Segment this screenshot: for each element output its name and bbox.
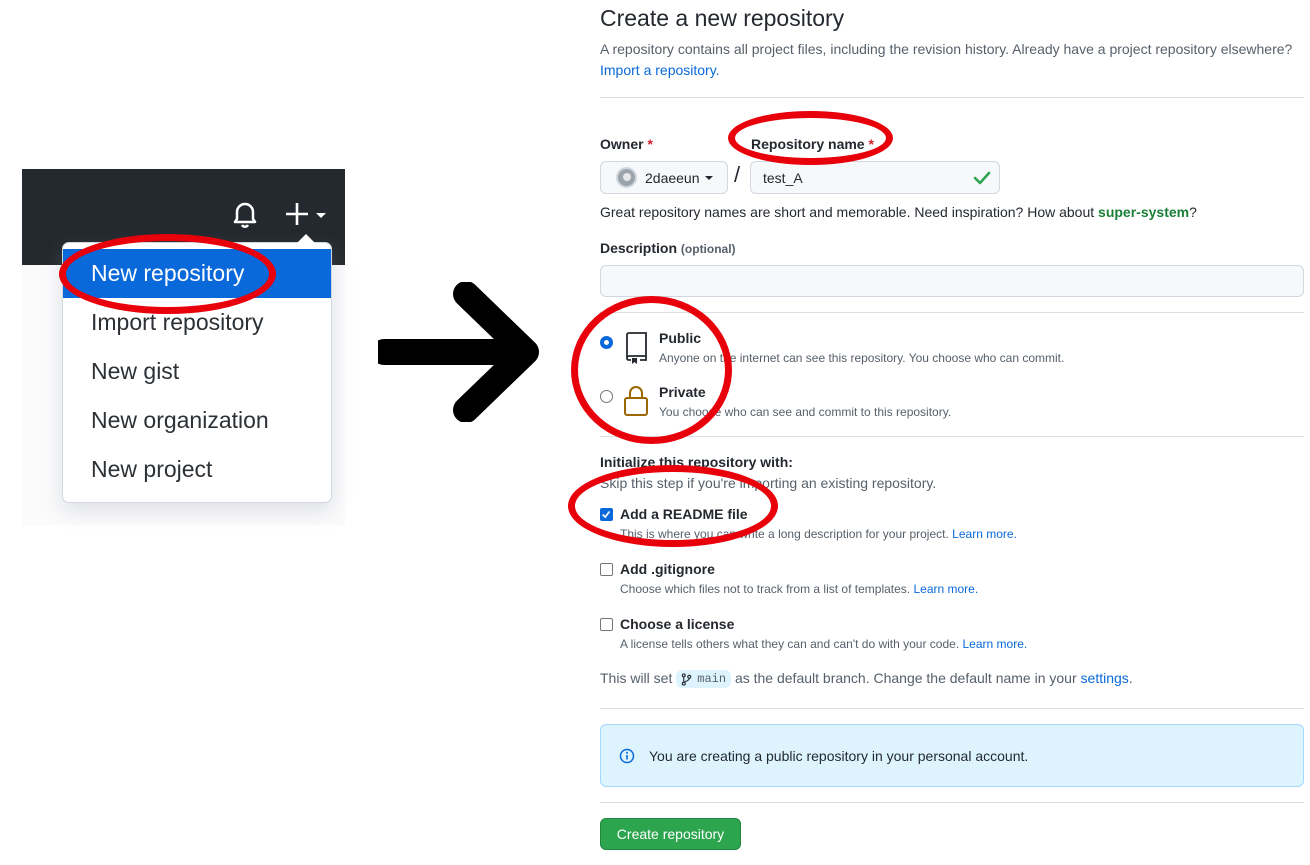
subtitle-text: A repository contains all project files,… — [600, 41, 1293, 57]
settings-link[interactable]: settings — [1081, 670, 1129, 686]
annotation-ellipse — [59, 234, 276, 314]
right-arrow-icon — [378, 282, 539, 422]
default-branch-text: This will set main as the default branch… — [600, 670, 1133, 689]
divider — [600, 802, 1304, 803]
chevron-down-icon — [704, 175, 713, 180]
description-label: Description (optional) — [600, 240, 736, 256]
create-repository-button[interactable]: Create repository — [600, 818, 741, 850]
notice-text: You are creating a public repository in … — [649, 747, 1029, 764]
info-icon — [619, 748, 635, 763]
owner-value: 2daeeun — [645, 169, 700, 186]
required-mark: * — [647, 136, 653, 152]
license-description: A license tells others what they can and… — [620, 637, 1028, 651]
gitignore-description: Choose which files not to track from a l… — [620, 582, 979, 596]
divider — [600, 312, 1304, 313]
menu-item-new-gist[interactable]: New gist — [63, 347, 331, 396]
name-suggestion[interactable]: super-system — [1098, 204, 1189, 220]
repo-name-hint: Great repository names are short and mem… — [600, 204, 1197, 220]
check-icon — [973, 171, 991, 185]
page-subtitle: A repository contains all project files,… — [600, 39, 1305, 81]
info-notice: You are creating a public repository in … — [600, 724, 1304, 787]
learn-more-link[interactable]: Learn more. — [913, 582, 978, 596]
owner-label: Owner * — [600, 136, 653, 152]
dropdown-screenshot: New repository Import repository New gis… — [22, 169, 345, 525]
dropdown-caret — [297, 234, 315, 243]
annotation-ellipse — [568, 465, 778, 547]
repo-name-input[interactable] — [750, 161, 1000, 194]
learn-more-link[interactable]: Learn more. — [952, 527, 1017, 541]
git-branch-icon — [681, 673, 692, 686]
branch-chip: main — [676, 670, 732, 689]
gitignore-label: Add .gitignore — [620, 561, 715, 577]
optional-tag: (optional) — [680, 242, 736, 256]
annotation-ellipse — [571, 296, 732, 444]
description-input[interactable] — [600, 265, 1304, 297]
bell-icon[interactable] — [228, 197, 262, 231]
divider — [600, 436, 1304, 437]
license-checkbox[interactable] — [600, 618, 613, 631]
license-label: Choose a license — [620, 616, 735, 632]
owner-repo-separator: / — [734, 162, 741, 187]
import-repository-link[interactable]: Import a repository. — [600, 62, 720, 78]
divider — [600, 708, 1304, 709]
gitignore-checkbox[interactable] — [600, 563, 613, 576]
learn-more-link[interactable]: Learn more. — [963, 637, 1028, 651]
page-title: Create a new repository — [600, 5, 845, 31]
divider — [600, 97, 1304, 98]
annotation-ellipse — [728, 111, 893, 165]
owner-select[interactable]: 2daeeun — [600, 161, 728, 194]
menu-item-new-organization[interactable]: New organization — [63, 396, 331, 445]
menu-item-new-project[interactable]: New project — [63, 445, 331, 494]
avatar — [616, 167, 637, 188]
plus-icon[interactable] — [282, 197, 336, 231]
